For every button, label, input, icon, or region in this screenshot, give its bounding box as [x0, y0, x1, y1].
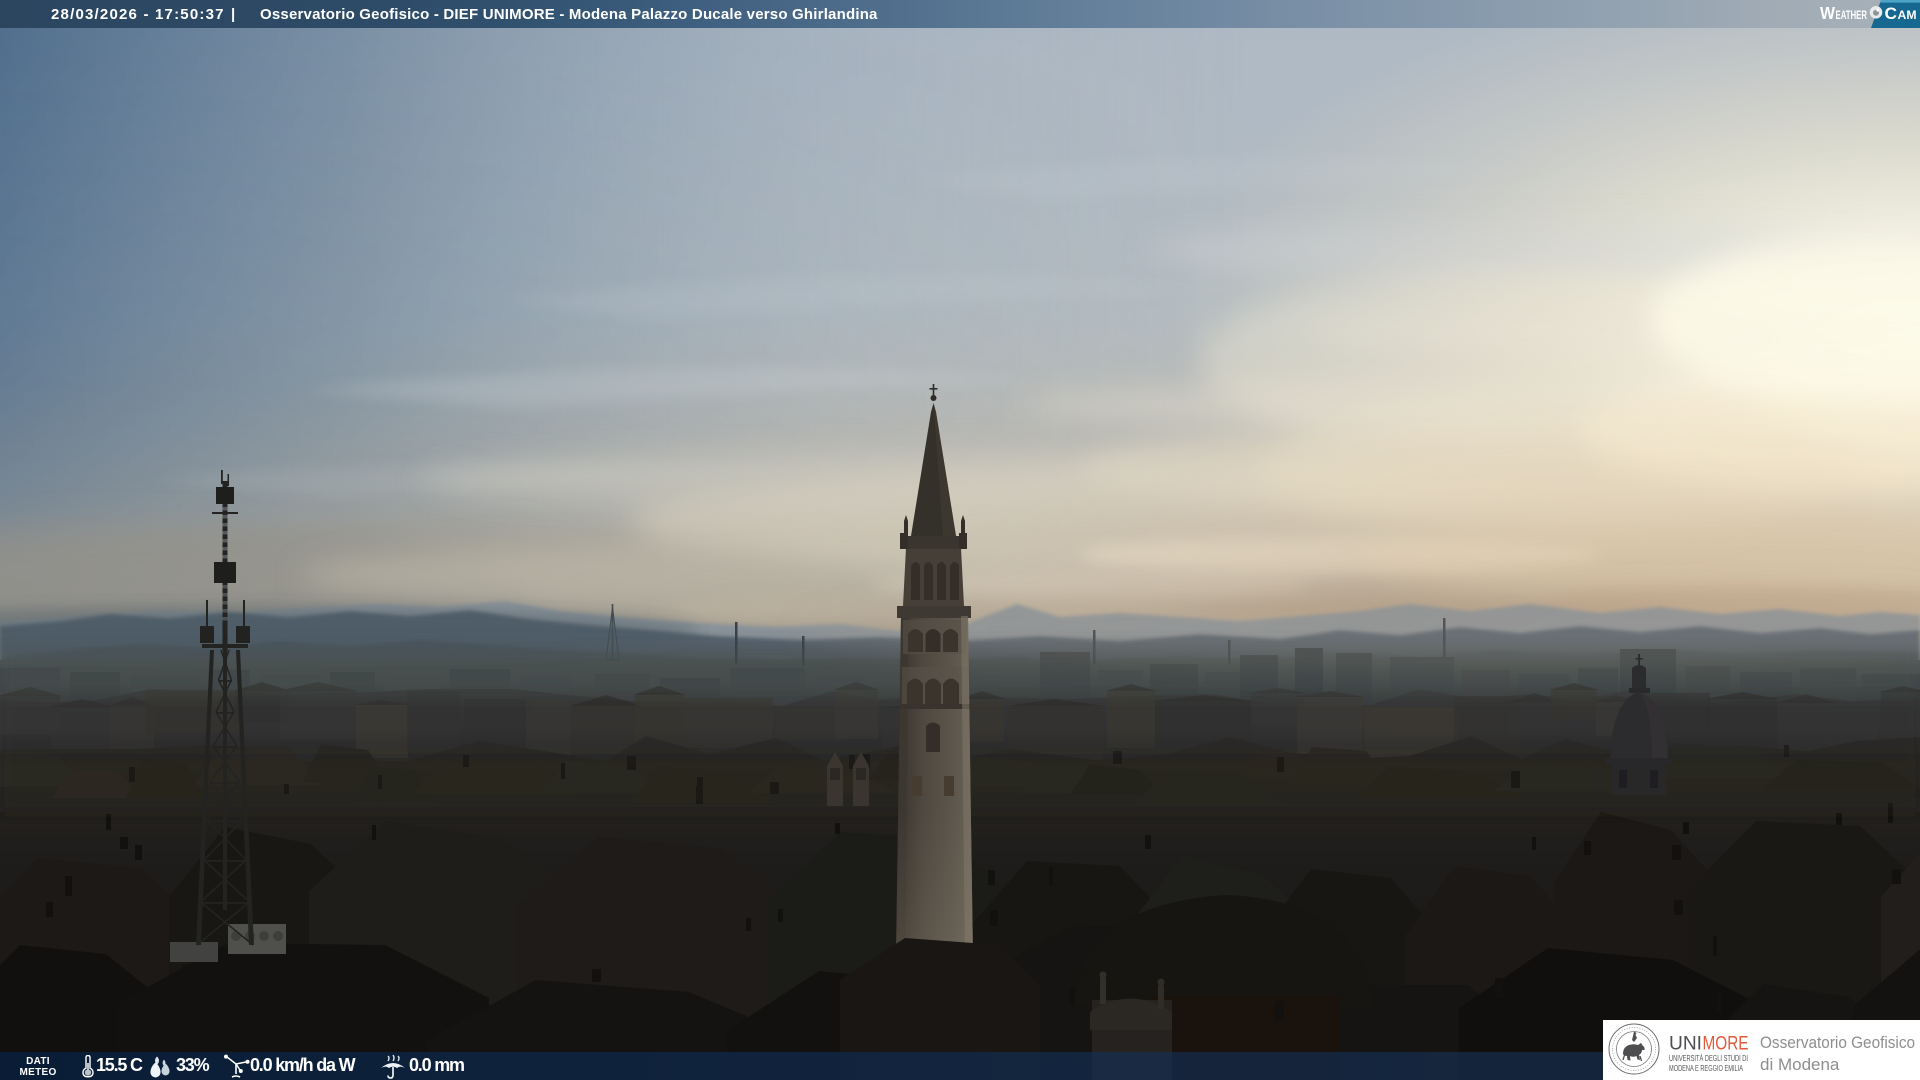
svg-text:EATHER: EATHER: [1836, 10, 1868, 22]
svg-text:AM: AM: [1898, 8, 1917, 22]
svg-text:UNIVERSITÀ DEGLI STUDI DI: UNIVERSITÀ DEGLI STUDI DI: [1669, 1054, 1748, 1063]
svg-text:UNI: UNI: [1669, 1034, 1702, 1055]
svg-text:MODENA E REGGIO EMILIA: MODENA E REGGIO EMILIA: [1669, 1064, 1743, 1073]
svg-text:di Modena: di Modena: [1760, 1055, 1840, 1074]
svg-text:MORE: MORE: [1703, 1034, 1749, 1055]
svg-text:Osservatorio Geofisico: Osservatorio Geofisico: [1760, 1033, 1915, 1052]
svg-text:W: W: [1820, 3, 1835, 23]
svg-text:C: C: [1885, 4, 1898, 23]
